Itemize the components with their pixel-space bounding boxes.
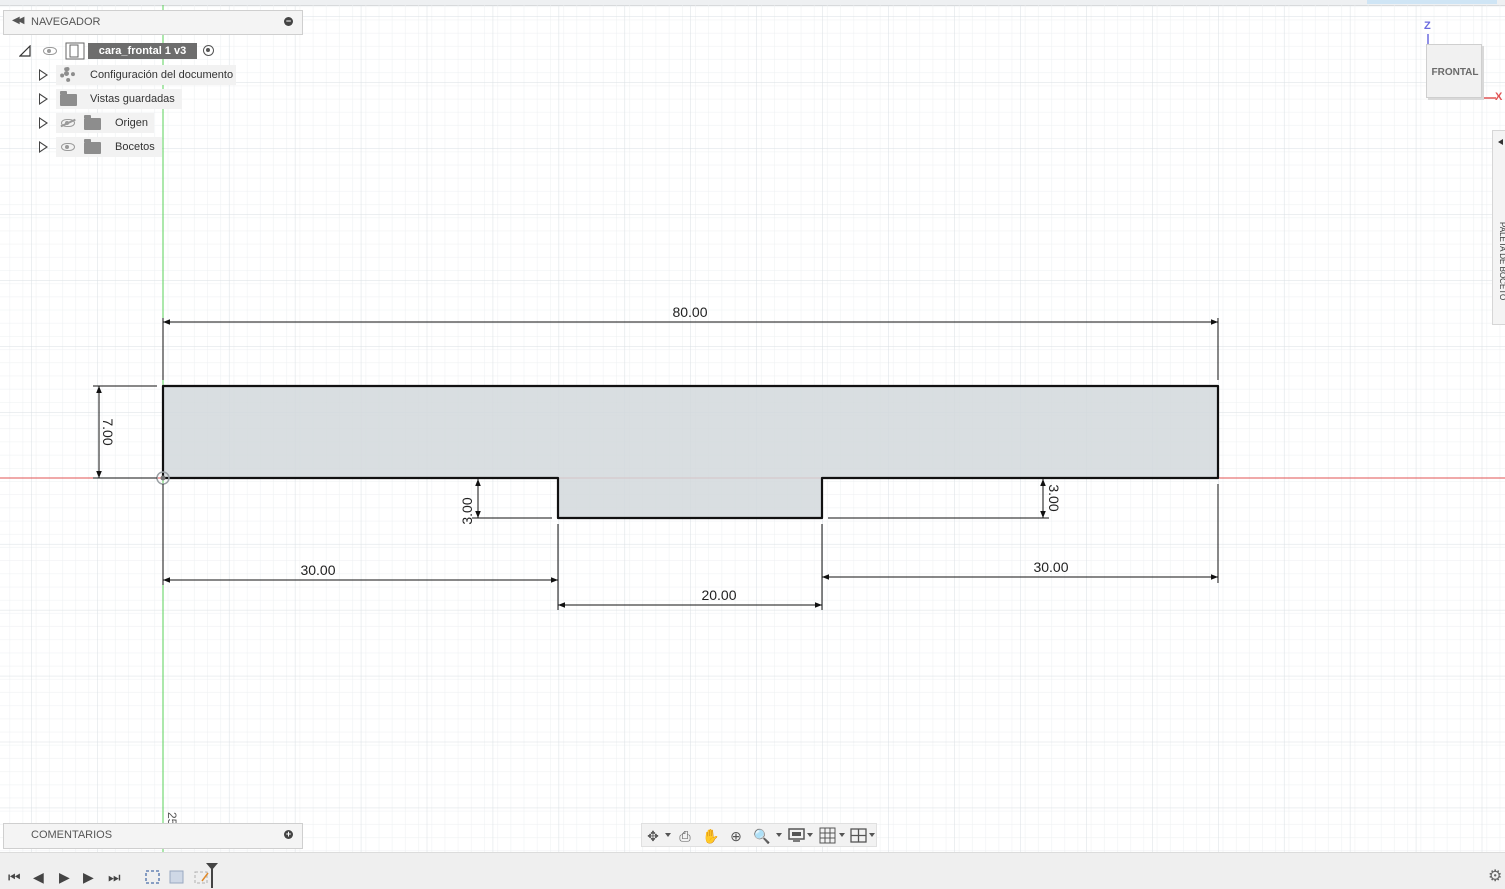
play-icon[interactable]: ▶	[59, 868, 70, 886]
tree-item-label[interactable]: Configuración del documento	[90, 69, 233, 81]
comments-title: COMENTARIOS	[31, 829, 113, 841]
timeline-feature-icon[interactable]	[168, 869, 186, 885]
timeline-sketch-icon[interactable]	[144, 869, 162, 885]
dim-middle-segment-value[interactable]: 20.00	[701, 587, 736, 603]
dim-height-value[interactable]: 7.00	[100, 418, 116, 445]
timeline-bar	[0, 852, 1505, 889]
tree-item-label[interactable]: Bocetos	[115, 141, 155, 153]
tree-item-label[interactable]: Origen	[115, 117, 148, 129]
component-icon	[65, 42, 85, 60]
tree-item-label[interactable]: Vistas guardadas	[90, 93, 175, 105]
step-forward-icon[interactable]: ▶	[83, 868, 94, 886]
chevron-down-icon[interactable]	[807, 833, 813, 837]
browser-panel-header[interactable]: ◀◀ NAVEGADOR −	[3, 10, 303, 35]
activate-target-icon[interactable]	[203, 45, 214, 56]
chevron-down-icon[interactable]	[869, 833, 875, 837]
gear-icon	[60, 67, 75, 82]
pan-icon[interactable]: ✋	[702, 827, 720, 845]
step-back-icon[interactable]: ◀	[33, 868, 44, 886]
expand-triangle-icon[interactable]	[39, 93, 48, 105]
navigation-toolbar: ✥ ⎙ ✋ ⊕ 🔍	[641, 823, 877, 847]
dim-left-segment-value[interactable]: 30.00	[300, 562, 335, 578]
folder-icon	[60, 91, 77, 106]
go-to-start-icon[interactable]: ⏮	[8, 868, 21, 886]
expanded-triangle-icon[interactable]	[19, 45, 31, 57]
go-to-end-icon[interactable]: ⏭	[108, 868, 121, 886]
settings-gear-icon[interactable]: ⚙	[1488, 866, 1502, 886]
zoom-icon[interactable]: ⊕	[727, 827, 745, 845]
chevron-down-icon[interactable]	[665, 833, 671, 837]
expand-triangle-icon[interactable]	[39, 141, 48, 153]
folder-icon	[84, 139, 101, 154]
sketch-palette-label[interactable]: PALETA DE BOCETO	[1491, 222, 1505, 314]
eye-hidden-icon[interactable]	[61, 119, 75, 127]
folder-icon	[84, 115, 101, 130]
browser-title: NAVEGADOR	[31, 16, 101, 28]
axis-z-label: Z	[1424, 20, 1431, 32]
viewcube-face-label[interactable]: FRONTAL	[1427, 67, 1483, 78]
expand-triangle-icon[interactable]	[39, 117, 48, 129]
sketch-canvas[interactable]: 80.00 7.00 3.00 3.00 30.00 20.00 30.00 2…	[0, 0, 1505, 852]
expand-arrow-icon[interactable]	[1497, 138, 1505, 146]
dim-right-step-value[interactable]: 3.00	[1046, 484, 1062, 511]
tree-root-label[interactable]: cara_frontal 1 v3	[88, 43, 197, 59]
minimize-button[interactable]: −	[284, 17, 293, 26]
dim-left-step-value[interactable]: 3.00	[459, 497, 475, 524]
grid-icon[interactable]	[819, 827, 836, 844]
timeline-marker-icon[interactable]	[205, 862, 219, 888]
comments-panel[interactable]: COMENTARIOS +	[3, 823, 303, 849]
viewcube-face[interactable]: FRONTAL	[1426, 44, 1482, 98]
look-at-icon[interactable]: ⎙	[676, 827, 694, 845]
chevron-down-icon[interactable]	[776, 833, 782, 837]
add-comment-button[interactable]: +	[284, 830, 293, 839]
eye-icon[interactable]	[61, 143, 75, 151]
display-settings-icon[interactable]	[788, 828, 806, 843]
axis-x-label: X	[1495, 91, 1503, 103]
viewports-icon[interactable]	[850, 828, 867, 843]
dim-right-segment-value[interactable]: 30.00	[1033, 559, 1068, 575]
fit-icon[interactable]: 🔍	[753, 827, 771, 845]
collapse-icon[interactable]: ◀◀	[12, 15, 25, 26]
orbit-icon[interactable]: ✥	[644, 827, 662, 845]
expand-triangle-icon[interactable]	[39, 69, 48, 81]
eye-icon[interactable]	[43, 47, 57, 55]
dim-total-width-value[interactable]: 80.00	[672, 304, 707, 320]
chevron-down-icon[interactable]	[839, 833, 845, 837]
